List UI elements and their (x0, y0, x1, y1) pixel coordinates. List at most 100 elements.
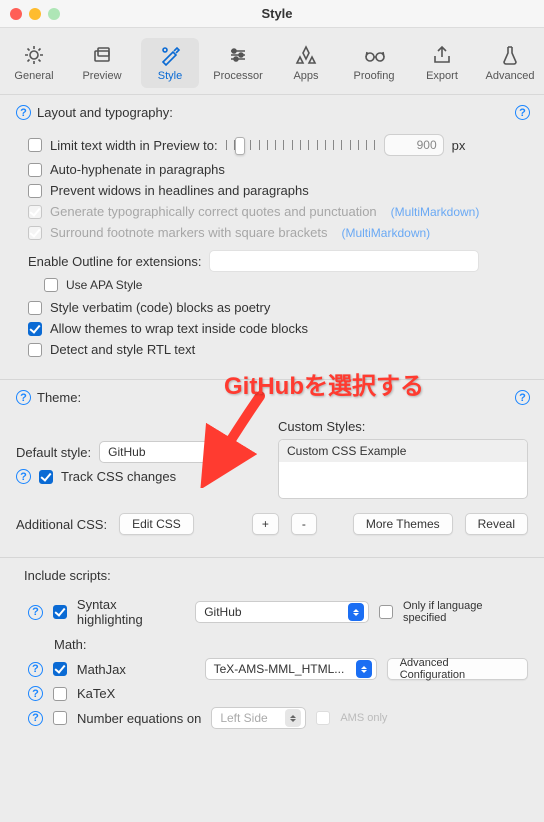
checkbox-apa-style[interactable] (44, 278, 58, 292)
tab-preview[interactable]: Preview (73, 38, 131, 88)
unit-label: px (452, 138, 466, 153)
label-rtl: Detect and style RTL text (50, 342, 195, 357)
tab-label: Export (426, 70, 458, 82)
checkbox-rtl[interactable] (28, 343, 42, 357)
help-icon[interactable]: ? (515, 390, 530, 405)
tab-style[interactable]: Style (141, 38, 199, 88)
minimize-window[interactable] (29, 8, 41, 20)
label-limit-width: Limit text width in Preview to: (50, 138, 218, 153)
tab-general[interactable]: General (5, 38, 63, 88)
help-icon[interactable]: ? (28, 711, 43, 726)
label-syntax-highlighting: Syntax highlighting (77, 597, 185, 627)
checkbox-number-equations[interactable] (53, 711, 67, 725)
checkbox-mathjax[interactable] (53, 662, 67, 676)
label-math: Math: (54, 637, 87, 652)
chevron-updown-icon (218, 443, 234, 461)
select-value: TeX-AMS-MML_HTML... (214, 662, 345, 676)
checkbox-smart-quotes (28, 205, 42, 219)
beaker-icon (499, 44, 521, 66)
section-layout: ? Layout and typography: ? Limit text wi… (0, 95, 544, 380)
checkbox-poetry[interactable] (28, 301, 42, 315)
remove-style-button[interactable]: - (291, 513, 317, 535)
label-auto-hyphenate: Auto-hyphenate in paragraphs (50, 162, 225, 177)
windows-icon (91, 44, 113, 66)
section-heading: Layout and typography: (37, 105, 173, 120)
checkbox-syntax-highlighting[interactable] (53, 605, 67, 619)
help-icon[interactable]: ? (16, 105, 31, 120)
label-number-equations: Number equations on (77, 711, 201, 726)
advanced-config-button[interactable]: Advanced Configuration (387, 658, 528, 680)
annotation-text: GitHubを選択する (224, 366, 424, 401)
label-track-css: Track CSS changes (61, 469, 176, 484)
zoom-window[interactable] (48, 8, 60, 20)
help-icon[interactable]: ? (28, 662, 43, 677)
default-style-select[interactable]: GitHub (99, 441, 239, 463)
label-additional-css: Additional CSS: (16, 517, 107, 532)
tab-processor[interactable]: Processor (209, 38, 267, 88)
label-enable-outline: Enable Outline for extensions: (28, 254, 201, 269)
close-window[interactable] (10, 8, 22, 20)
label-default-style: Default style: (16, 445, 91, 460)
select-value: Left Side (220, 711, 267, 725)
apps-icon (295, 44, 317, 66)
checkbox-wrap-code[interactable] (28, 322, 42, 336)
window-title: Style (60, 6, 494, 21)
equation-side-select[interactable]: Left Side (211, 707, 306, 729)
sliders-icon (227, 44, 249, 66)
help-icon[interactable]: ? (16, 390, 31, 405)
tab-label: Processor (213, 70, 263, 82)
checkbox-only-if-lang[interactable] (379, 605, 393, 619)
syntax-style-select[interactable]: GitHub (195, 601, 369, 623)
window-controls (10, 8, 60, 20)
section-heading: Include scripts: (24, 568, 111, 583)
checkbox-prevent-widows[interactable] (28, 184, 42, 198)
tools-icon (159, 44, 181, 66)
label-prevent-widows: Prevent widows in headlines and paragrap… (50, 183, 309, 198)
tab-export[interactable]: Export (413, 38, 471, 88)
section-heading: Theme: (37, 390, 81, 405)
edit-css-button[interactable]: Edit CSS (119, 513, 194, 535)
help-icon[interactable]: ? (28, 686, 43, 701)
checkbox-limit-width[interactable] (28, 138, 42, 152)
select-value: GitHub (108, 445, 145, 459)
section-theme: ? Theme: ? Default style: GitHub ? Track… (0, 380, 544, 558)
tab-label: Advanced (486, 70, 535, 82)
custom-styles-list[interactable]: Custom CSS Example (278, 439, 528, 499)
chevron-updown-icon (356, 660, 372, 678)
add-style-button[interactable]: + (252, 513, 279, 535)
checkbox-footnote-brackets (28, 226, 42, 240)
tab-label: Proofing (354, 70, 395, 82)
checkbox-auto-hyphenate[interactable] (28, 163, 42, 177)
select-value: GitHub (204, 605, 241, 619)
chevron-updown-icon (348, 603, 364, 621)
help-icon[interactable]: ? (515, 105, 530, 120)
width-input[interactable] (384, 134, 444, 156)
reveal-button[interactable]: Reveal (465, 513, 528, 535)
checkbox-ams-only (316, 711, 330, 725)
gear-icon (23, 44, 45, 66)
width-slider[interactable] (226, 137, 376, 153)
tab-label: Apps (293, 70, 318, 82)
list-item[interactable]: Custom CSS Example (279, 440, 527, 462)
tab-label: Preview (82, 70, 121, 82)
label-poetry: Style verbatim (code) blocks as poetry (50, 300, 270, 315)
export-icon (431, 44, 453, 66)
label-custom-styles: Custom Styles: (278, 419, 528, 434)
tab-advanced[interactable]: Advanced (481, 38, 539, 88)
label-smart-quotes: Generate typographically correct quotes … (50, 204, 377, 219)
help-icon[interactable]: ? (28, 605, 43, 620)
outline-extensions-input[interactable] (209, 250, 479, 272)
checkbox-katex[interactable] (53, 687, 67, 701)
mathjax-config-select[interactable]: TeX-AMS-MML_HTML... (205, 658, 377, 680)
tab-proofing[interactable]: Proofing (345, 38, 403, 88)
help-icon[interactable]: ? (16, 469, 31, 484)
chevron-updown-icon (285, 709, 301, 727)
checkbox-track-css[interactable] (39, 470, 53, 484)
tab-label: General (14, 70, 53, 82)
processor-tag: (MultiMarkdown) (341, 226, 430, 240)
glasses-icon (363, 44, 385, 66)
preferences-toolbar: General Preview Style Processor Apps Pro… (0, 28, 544, 95)
titlebar: Style (0, 0, 544, 28)
more-themes-button[interactable]: More Themes (353, 513, 453, 535)
tab-apps[interactable]: Apps (277, 38, 335, 88)
